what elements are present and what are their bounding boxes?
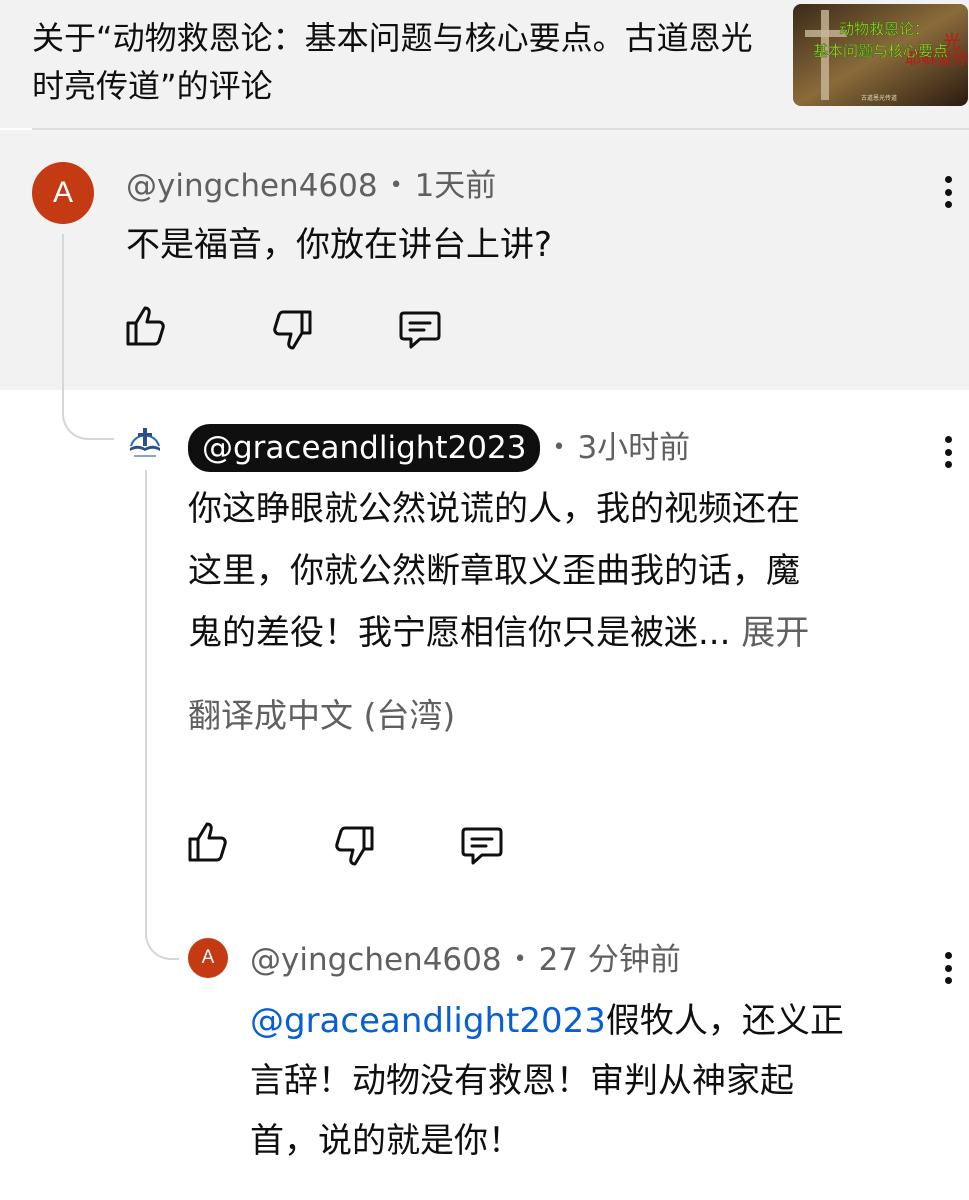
- comment-text-line: 首，说的就是你！: [250, 1121, 522, 1161]
- thumbnail-line2: 基本问题与核心要点: [813, 42, 948, 60]
- video-thumbnail[interactable]: 耶稣爱你 光 动物救恩论： 基本问题与核心要点 古道恩光传道: [793, 4, 968, 106]
- more-vertical-icon[interactable]: [936, 432, 960, 472]
- comment-text-line: 鬼的差役！我宁愿相信你只是被迷... 展开: [188, 602, 809, 664]
- translate-link[interactable]: 翻译成中文 (台湾): [188, 692, 455, 740]
- thread-line-2: [145, 470, 179, 960]
- avatar[interactable]: [124, 420, 166, 462]
- thumbnail-line1: 动物救恩论：: [839, 20, 929, 38]
- comment-reply-icon[interactable]: [396, 304, 444, 352]
- thumbs-down-icon[interactable]: [330, 822, 378, 870]
- meta-separator: •: [552, 435, 566, 460]
- avatar[interactable]: A: [188, 938, 228, 978]
- comment-author-creator-badge[interactable]: @graceandlight2023: [188, 424, 541, 472]
- comment-author[interactable]: @yingchen4608: [126, 166, 378, 206]
- thread-line-1: [62, 234, 114, 440]
- meta-separator: •: [389, 173, 403, 198]
- comment-text-line: 这里，你就公然断章取义歪曲我的话，魔: [188, 551, 800, 591]
- thumbnail-caption: 古道恩光传道: [861, 94, 897, 102]
- more-vertical-icon[interactable]: [936, 172, 960, 212]
- comment-text-truncated: 鬼的差役！我宁愿相信你只是被迷...: [188, 613, 731, 653]
- comment-text-line: @graceandlight2023假牧人，还义正: [250, 990, 844, 1052]
- comment-text: 假牧人，还义正: [605, 1001, 844, 1041]
- church-cross-logo-icon: [130, 428, 160, 457]
- comment-meta: @yingchen4608 • 1天前: [126, 166, 496, 206]
- thumbs-up-icon[interactable]: [122, 302, 170, 350]
- comment-time: 27 分钟前: [538, 942, 681, 978]
- avatar-letter: A: [52, 176, 73, 209]
- comment-time: 3小时前: [577, 430, 691, 466]
- comment-text: 不是福音，你放在讲台上讲?: [126, 225, 553, 265]
- comments-header: 关于“动物救恩论：基本问题与核心要点。古道恩光时亮传道”的评论 耶稣爱你 光 动…: [0, 0, 969, 128]
- thumbs-up-icon[interactable]: [184, 818, 232, 866]
- comments-page: 关于“动物救恩论：基本问题与核心要点。古道恩光时亮传道”的评论 耶稣爱你 光 动…: [0, 0, 969, 1200]
- meta-separator: •: [513, 947, 527, 972]
- comment-meta: @graceandlight2023 • 3小时前: [188, 424, 690, 472]
- mention-link[interactable]: @graceandlight2023: [250, 1001, 606, 1041]
- comment-text-line: 言辞！动物没有救恩！审判从神家起: [250, 1061, 794, 1101]
- thumbs-down-icon[interactable]: [268, 306, 316, 354]
- comment-reply-icon[interactable]: [458, 820, 506, 868]
- comment-text-line: 你这睁眼就公然说谎的人，我的视频还在: [188, 489, 800, 529]
- page-title: 关于“动物救恩论：基本问题与核心要点。古道恩光时亮传道”的评论: [32, 19, 753, 105]
- expand-button[interactable]: 展开: [741, 613, 809, 653]
- avatar-letter: A: [201, 947, 215, 968]
- comment-meta: @yingchen4608 • 27 分钟前: [250, 940, 681, 980]
- comment-time: 1天前: [414, 168, 497, 204]
- comment-author[interactable]: @yingchen4608: [250, 940, 502, 980]
- more-vertical-icon[interactable]: [936, 948, 960, 988]
- avatar[interactable]: A: [32, 162, 94, 224]
